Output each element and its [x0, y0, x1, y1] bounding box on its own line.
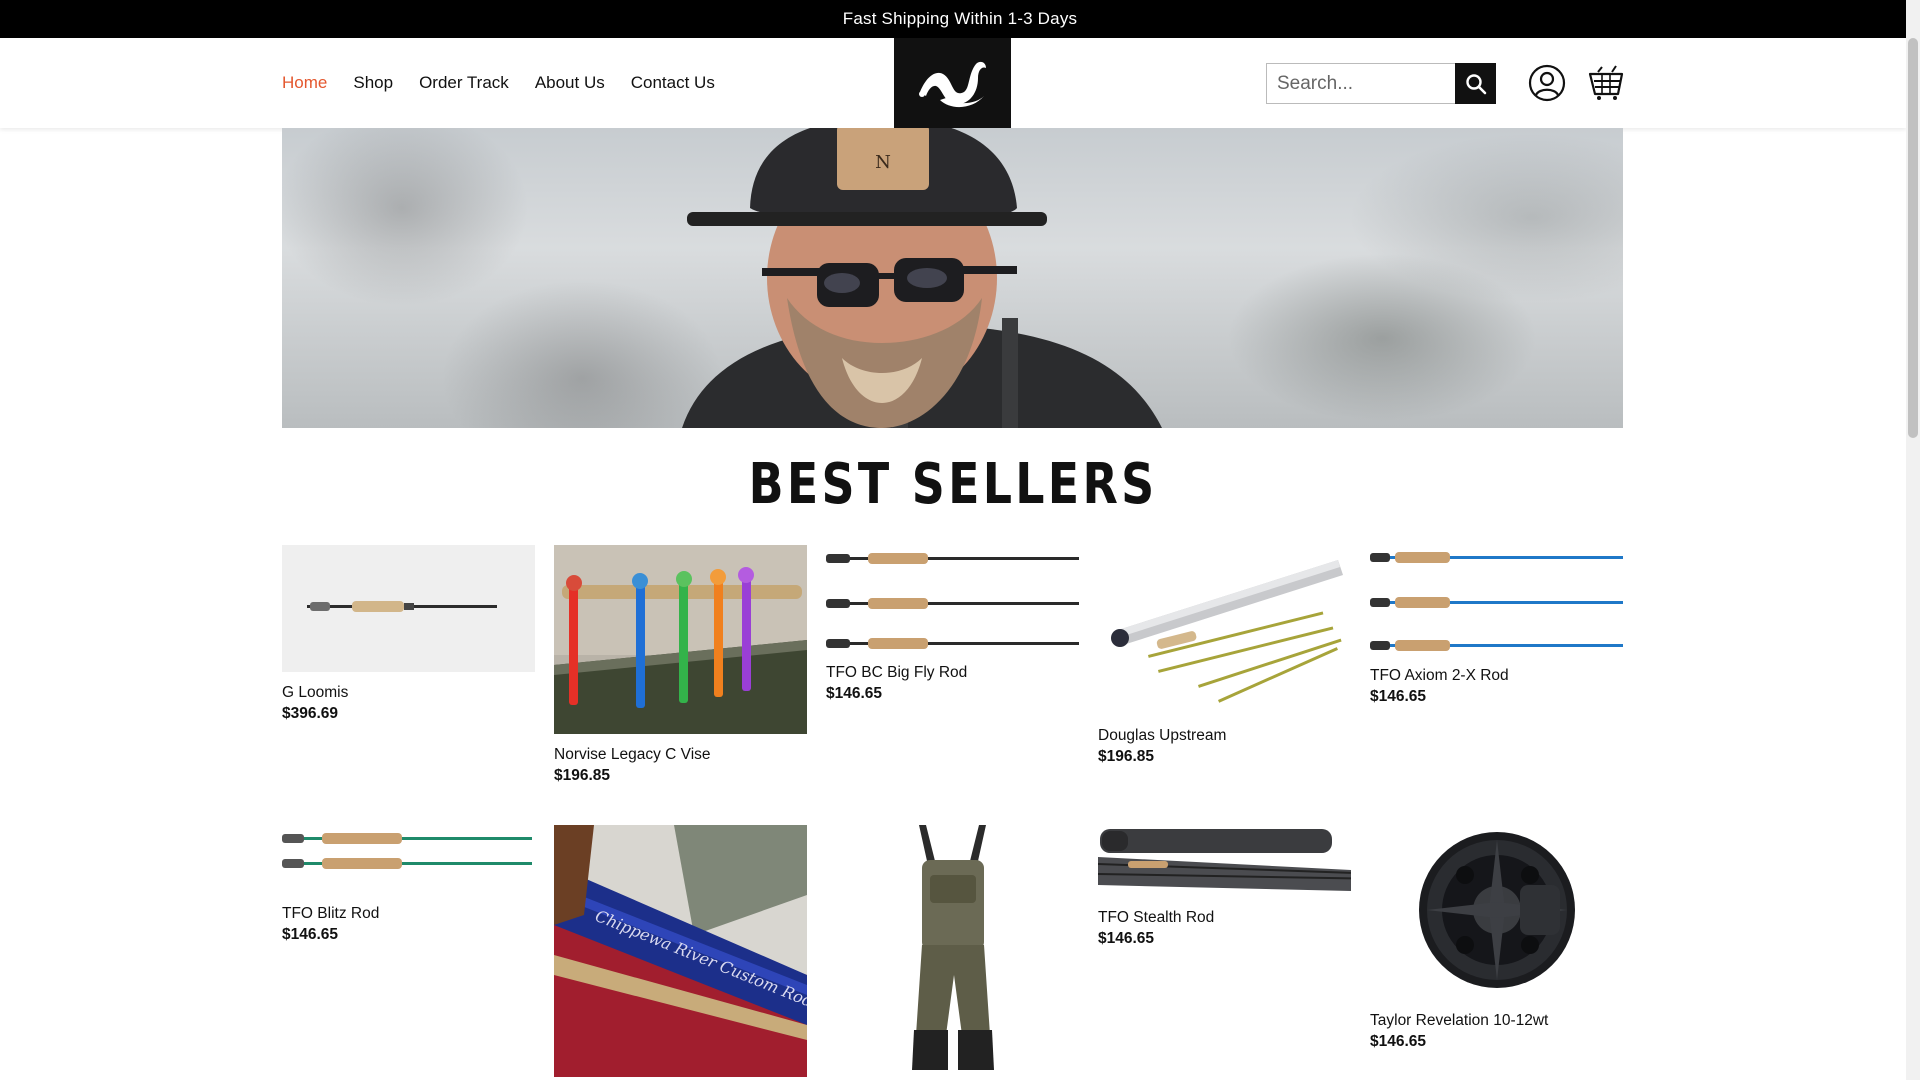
product-name[interactable]: Douglas Upstream	[1098, 727, 1351, 745]
product-card: TFO Axiom 2-X Rod $146.65	[1370, 545, 1623, 706]
nav-home[interactable]: Home	[282, 73, 327, 93]
product-image[interactable]	[554, 545, 807, 734]
product-price: $396.69	[282, 705, 339, 722]
rod-tube-image	[1111, 560, 1343, 703]
cart-icon	[1588, 65, 1624, 100]
product-card: TFO Blitz Rod $146.65	[282, 825, 535, 944]
announcement-bar: Fast Shipping Within 1-3 Days	[0, 0, 1920, 38]
product-image[interactable]	[1370, 825, 1623, 992]
product-price: $146.65	[1370, 688, 1427, 705]
product-name[interactable]: TFO Blitz Rod	[282, 905, 535, 923]
product-card: TFO Stealth Rod $146.65	[1098, 825, 1351, 948]
product-image[interactable]	[826, 545, 1079, 652]
product-image[interactable]	[1098, 825, 1351, 895]
product-name[interactable]: Taylor Revelation 10-12wt	[1370, 1012, 1623, 1030]
product-image[interactable]	[1370, 545, 1623, 655]
product-card: Chippewa River Custom Rod Co.	[554, 825, 807, 1077]
hero-banner[interactable]: N	[282, 128, 1623, 428]
product-price: $196.85	[554, 767, 611, 784]
announcement-text: Fast Shipping Within 1-3 Days	[842, 9, 1078, 28]
site-header: Home Shop Order Track About Us Contact U…	[0, 38, 1906, 128]
product-price: $196.85	[1098, 748, 1155, 765]
account-button[interactable]	[1528, 64, 1566, 102]
fly-rod-image	[1370, 552, 1623, 651]
search-button[interactable]	[1455, 63, 1496, 104]
cart-button[interactable]	[1588, 64, 1624, 102]
product-price: $146.65	[1098, 930, 1155, 947]
waders-image	[912, 825, 994, 1070]
svg-text:N: N	[875, 152, 891, 173]
section-title: BEST SELLERS	[748, 452, 1158, 517]
hero-photo-angler: N	[682, 128, 1162, 428]
nav-about-us[interactable]: About Us	[535, 73, 605, 93]
product-card: G Loomis $396.69	[282, 545, 535, 723]
natives-logo[interactable]	[894, 38, 1011, 128]
user-icon	[1528, 64, 1566, 102]
product-name[interactable]: TFO Axiom 2-X Rod	[1370, 667, 1623, 685]
product-image[interactable]	[826, 825, 1079, 1077]
vise-image	[554, 545, 807, 734]
product-name[interactable]: G Loomis	[282, 684, 535, 702]
product-image[interactable]	[282, 545, 535, 672]
fly-reel-image	[1419, 832, 1575, 988]
fly-rod-image	[307, 601, 497, 612]
product-card: Taylor Revelation 10-12wt $146.65	[1370, 825, 1623, 1051]
product-price: $146.65	[282, 926, 339, 943]
product-card: Douglas Upstream $196.85	[1098, 545, 1351, 766]
rod-case-image	[1098, 829, 1351, 891]
product-image[interactable]	[282, 825, 535, 875]
nav-contact-us[interactable]: Contact Us	[631, 73, 715, 93]
scrollbar-thumb[interactable]	[1908, 38, 1918, 438]
nav-shop[interactable]: Shop	[353, 73, 393, 93]
product-image[interactable]: Chippewa River Custom Rod Co.	[554, 825, 807, 1077]
search-input[interactable]	[1266, 63, 1455, 104]
search-box	[1266, 63, 1496, 104]
product-name[interactable]: Norvise Legacy C Vise	[554, 746, 807, 764]
search-icon	[1465, 73, 1486, 94]
product-name[interactable]: TFO BC Big Fly Rod	[826, 664, 1079, 682]
main-nav: Home Shop Order Track About Us Contact U…	[282, 38, 715, 128]
product-price: $146.65	[826, 685, 883, 702]
product-card: TFO BC Big Fly Rod $146.65	[826, 545, 1079, 703]
product-card: Norvise Legacy C Vise $196.85	[554, 545, 807, 785]
product-name[interactable]: TFO Stealth Rod	[1098, 909, 1351, 927]
fly-rod-image	[282, 833, 532, 869]
product-price: $146.65	[1370, 1033, 1427, 1050]
product-image[interactable]	[1098, 545, 1351, 715]
fly-rod-image	[826, 553, 1079, 649]
product-card	[826, 825, 1079, 1077]
nav-order-track[interactable]: Order Track	[419, 73, 509, 93]
logo-mark-icon	[918, 61, 986, 108]
custom-rod-image: Chippewa River Custom Rod Co.	[554, 825, 807, 1077]
